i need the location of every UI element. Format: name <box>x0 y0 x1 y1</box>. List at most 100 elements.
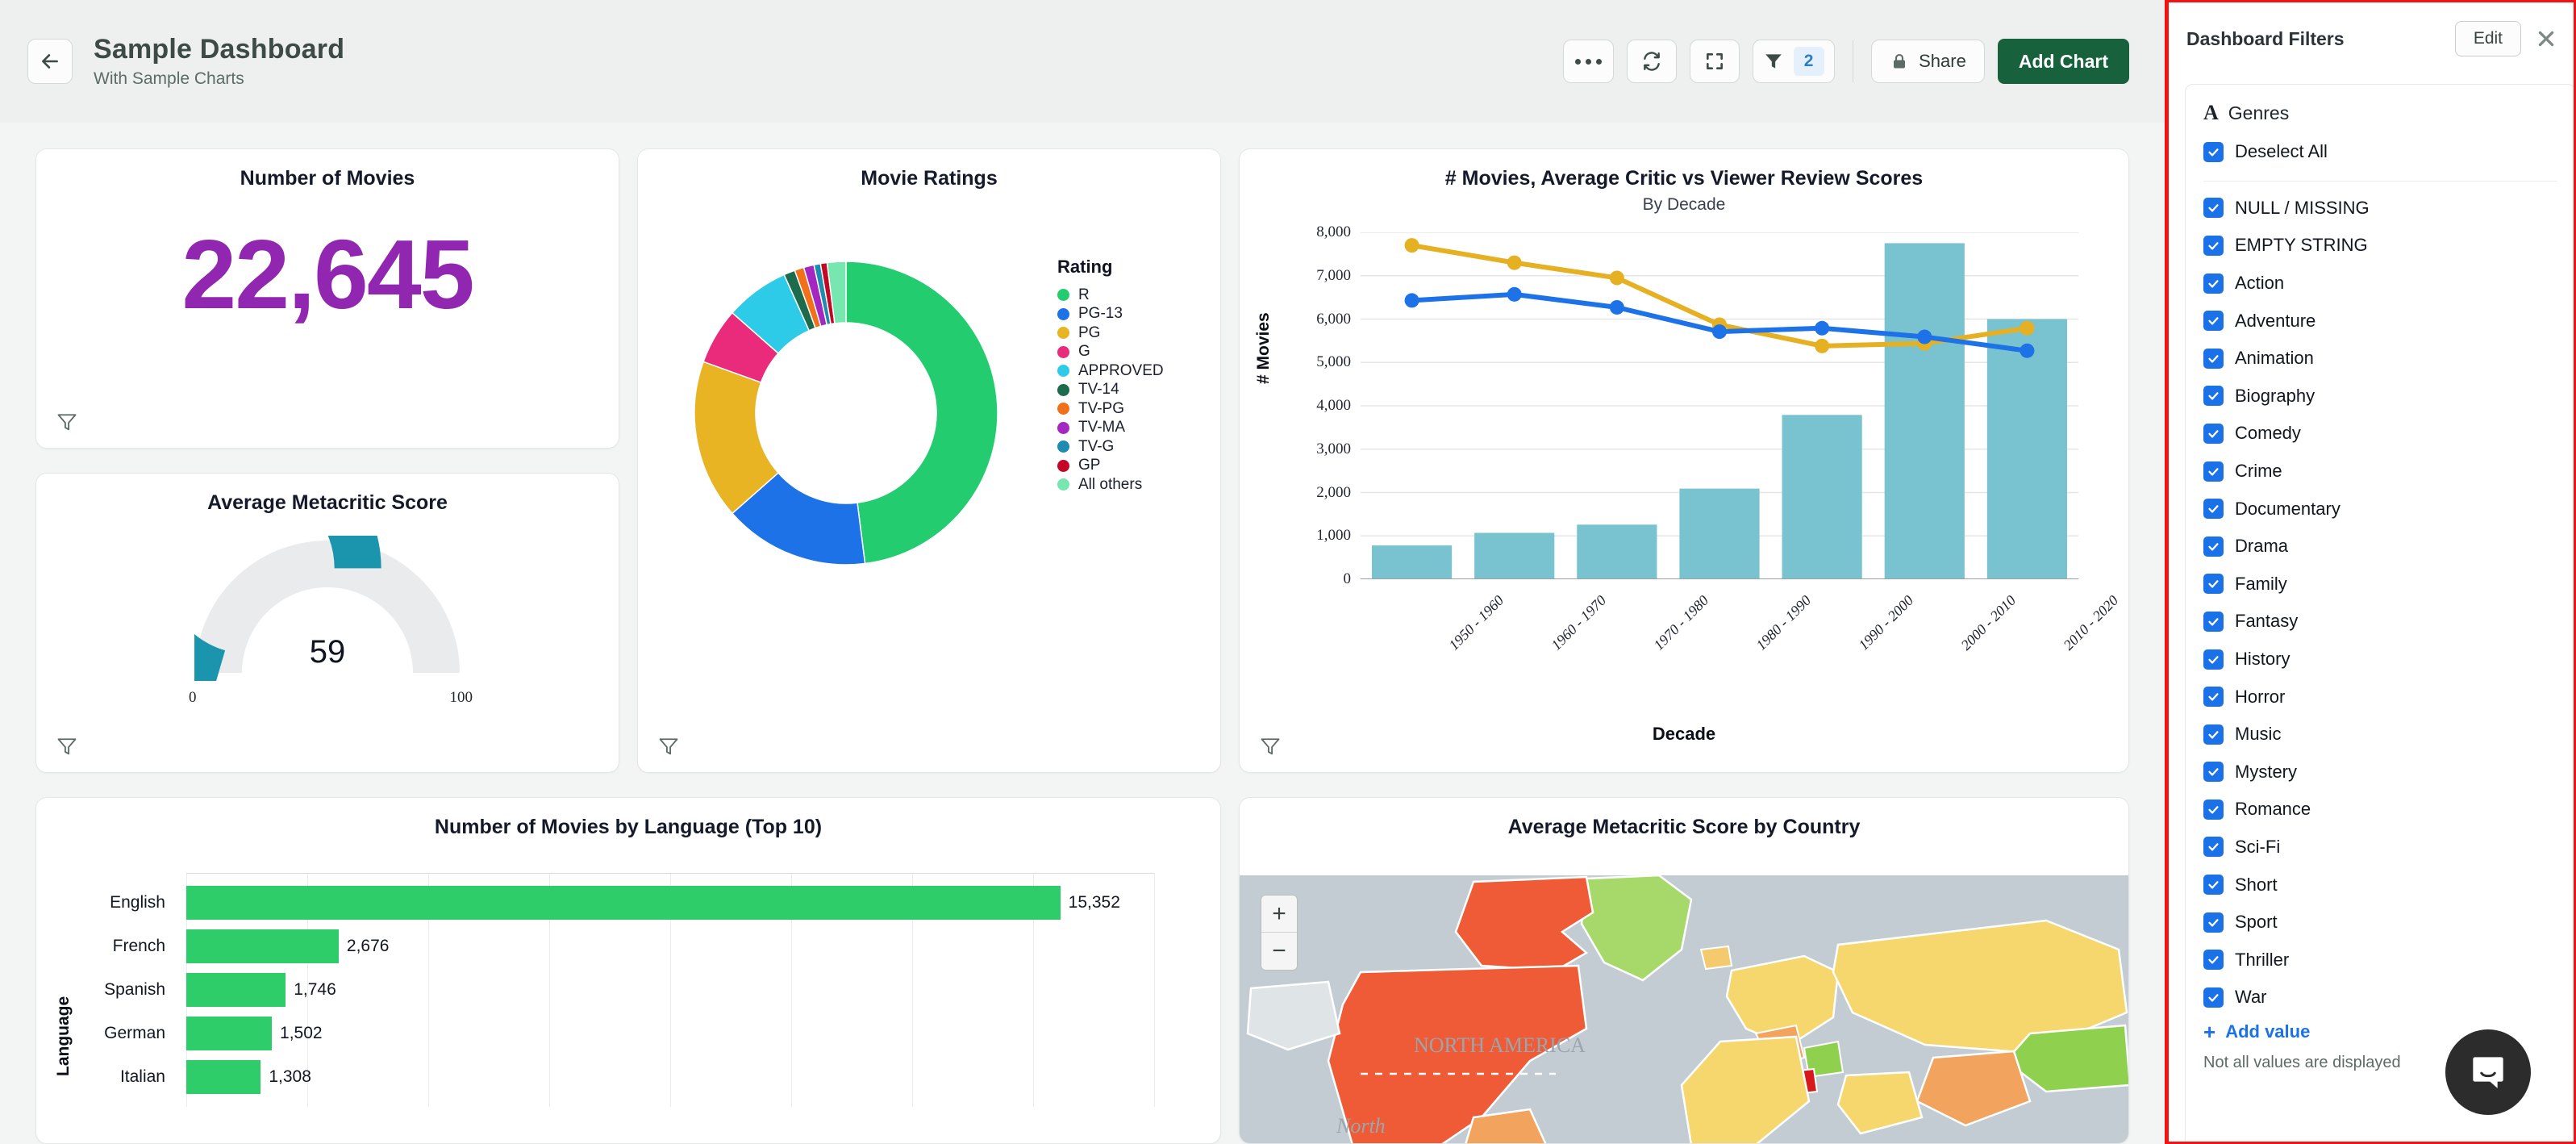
map-zoom-out-button[interactable]: − <box>1261 933 1297 970</box>
legend-item[interactable]: GP <box>1057 457 1164 476</box>
filter-option-row[interactable]: Sport <box>2203 904 2557 942</box>
checkbox[interactable] <box>2203 799 2224 820</box>
filter-option-row[interactable]: Fantasy <box>2203 603 2557 641</box>
bar[interactable] <box>186 973 286 1007</box>
filter-option-row[interactable]: War <box>2203 979 2557 1017</box>
checkbox[interactable] <box>2203 724 2224 745</box>
bar[interactable] <box>1884 243 1965 579</box>
checkbox[interactable] <box>2203 536 2224 557</box>
data-point[interactable] <box>1507 255 1522 270</box>
checkbox[interactable] <box>2203 141 2224 162</box>
checkbox[interactable] <box>2203 837 2224 858</box>
bar[interactable] <box>1474 532 1555 579</box>
close-icon[interactable] <box>2536 28 2557 49</box>
filter-option-row[interactable]: Crime <box>2203 453 2557 491</box>
checkbox[interactable] <box>2203 611 2224 632</box>
data-point[interactable] <box>2020 320 2035 336</box>
map-zoom-in-button[interactable]: + <box>1261 896 1297 933</box>
bar[interactable] <box>1986 319 2068 580</box>
data-point[interactable] <box>1917 329 1932 344</box>
filter-option-row[interactable]: Comedy <box>2203 415 2557 453</box>
funnel-icon[interactable] <box>56 735 78 758</box>
checkbox[interactable] <box>2203 273 2224 294</box>
data-point[interactable] <box>1609 270 1624 286</box>
filter-option-row[interactable]: Music <box>2203 716 2557 754</box>
checkbox[interactable] <box>2203 875 2224 896</box>
fullscreen-button[interactable] <box>1689 40 1740 83</box>
filter-option-row[interactable]: Family <box>2203 566 2557 603</box>
checkbox[interactable] <box>2203 649 2224 670</box>
filter-option-row[interactable]: Mystery <box>2203 754 2557 791</box>
legend-item[interactable]: TV-G <box>1057 437 1164 457</box>
bar[interactable] <box>186 929 339 963</box>
filter-option-row[interactable]: Drama <box>2203 528 2557 566</box>
bar[interactable] <box>1577 524 1657 579</box>
bar[interactable] <box>186 1017 273 1050</box>
checkbox[interactable] <box>2203 348 2224 369</box>
legend-item[interactable]: G <box>1057 343 1164 362</box>
filter-option-row[interactable]: History <box>2203 641 2557 678</box>
legend-item[interactable]: TV-14 <box>1057 381 1164 400</box>
legend-item[interactable]: PG-13 <box>1057 305 1164 324</box>
funnel-icon[interactable] <box>1259 735 1282 758</box>
bar[interactable] <box>1679 488 1760 579</box>
legend-item[interactable]: TV-MA <box>1057 419 1164 438</box>
filter-option-row[interactable]: Romance <box>2203 791 2557 829</box>
legend-item[interactable]: TV-PG <box>1057 399 1164 419</box>
data-point[interactable] <box>1404 238 1419 253</box>
checkbox[interactable] <box>2203 912 2224 933</box>
funnel-icon[interactable] <box>657 735 680 758</box>
legend-item[interactable]: R <box>1057 286 1164 305</box>
filter-option-row[interactable]: EMPTY STRING <box>2203 227 2557 265</box>
filter-option-row[interactable]: Short <box>2203 866 2557 904</box>
legend-item[interactable]: APPROVED <box>1057 361 1164 381</box>
checkbox[interactable] <box>2203 198 2224 219</box>
filter-option-row[interactable]: Sci-Fi <box>2203 829 2557 866</box>
chat-launcher-button[interactable] <box>2445 1029 2531 1115</box>
refresh-button[interactable] <box>1626 40 1677 83</box>
checkbox[interactable] <box>2203 950 2224 971</box>
filter-option-row[interactable]: Biography <box>2203 378 2557 415</box>
checkbox[interactable] <box>2203 687 2224 708</box>
data-point[interactable] <box>1815 320 1830 336</box>
checkbox[interactable] <box>2203 987 2224 1008</box>
filter-option-row[interactable]: Documentary <box>2203 490 2557 528</box>
checkbox[interactable] <box>2203 386 2224 407</box>
filter-option-row[interactable]: Horror <box>2203 678 2557 716</box>
more-options-button[interactable] <box>1562 40 1614 83</box>
checkbox[interactable] <box>2203 762 2224 783</box>
dashboard-filter-button[interactable]: 2 <box>1752 40 1835 83</box>
donut-chart: Rating R PG-13 PG G APPROVED TV-14 TV-PG TV-MA T… <box>638 190 1220 707</box>
checkbox[interactable] <box>2203 574 2224 595</box>
funnel-icon[interactable] <box>56 411 78 433</box>
filter-option-row[interactable]: NULL / MISSING <box>2203 190 2557 228</box>
share-button[interactable]: Share <box>1871 40 1985 83</box>
bar[interactable] <box>186 1060 261 1094</box>
filter-deselect-all-row[interactable]: Deselect All <box>2203 133 2557 171</box>
checkbox[interactable] <box>2203 499 2224 520</box>
bar[interactable] <box>186 886 1061 920</box>
data-point[interactable] <box>1712 324 1727 340</box>
data-point[interactable] <box>1815 338 1830 353</box>
world-map[interactable]: NORTH AMERICA North + − <box>1240 875 2128 1143</box>
checkbox[interactable] <box>2203 423 2224 444</box>
filter-option-row[interactable]: Thriller <box>2203 941 2557 979</box>
bar[interactable] <box>1371 545 1453 579</box>
donut-slice[interactable] <box>845 261 998 565</box>
filter-option-row[interactable]: Animation <box>2203 340 2557 378</box>
checkbox[interactable] <box>2203 311 2224 332</box>
filter-option-row[interactable]: Action <box>2203 265 2557 303</box>
data-point[interactable] <box>2020 343 2035 358</box>
filter-option-row[interactable]: Adventure <box>2203 302 2557 340</box>
edit-filters-button[interactable]: Edit <box>2454 21 2521 56</box>
add-chart-button[interactable]: Add Chart <box>1997 39 2129 84</box>
bar[interactable] <box>1782 415 1862 579</box>
data-point[interactable] <box>1609 299 1624 315</box>
data-point[interactable] <box>1507 286 1522 302</box>
legend-item[interactable]: All others <box>1057 475 1164 495</box>
checkbox[interactable] <box>2203 461 2224 482</box>
back-button[interactable] <box>27 39 73 84</box>
data-point[interactable] <box>1404 293 1419 308</box>
legend-item[interactable]: PG <box>1057 324 1164 343</box>
checkbox[interactable] <box>2203 235 2224 256</box>
